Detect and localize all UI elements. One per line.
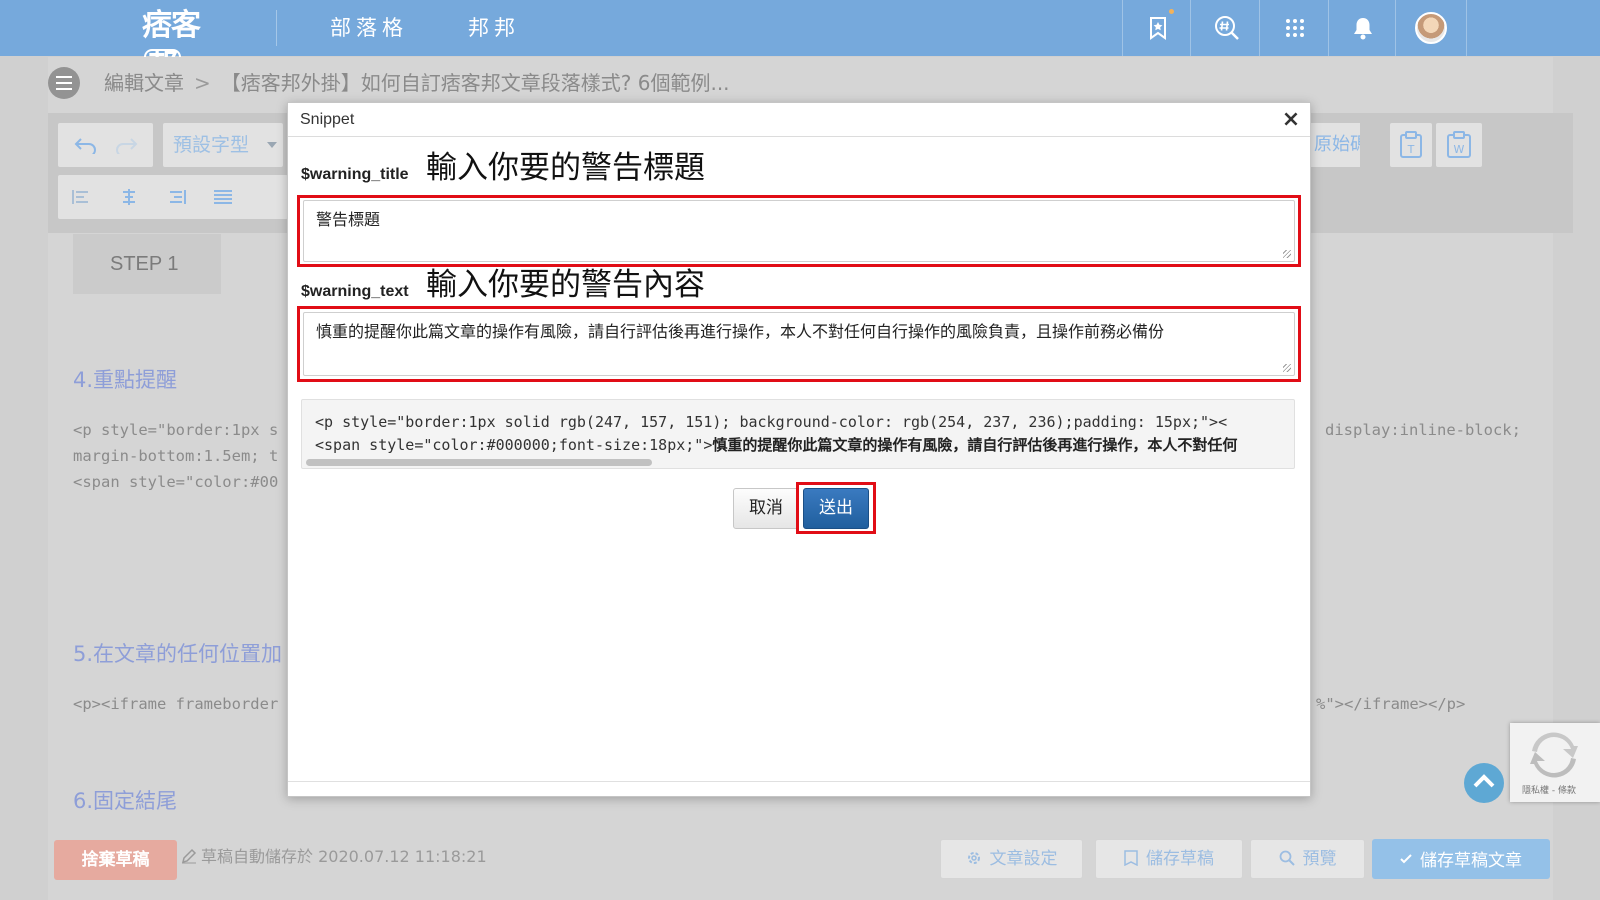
horizontal-scrollbar[interactable] xyxy=(306,459,652,466)
font-select-value: 預設字型 xyxy=(173,134,250,156)
warning-title-note: 輸入你要的警告標題 xyxy=(426,150,705,186)
resize-handle[interactable] xyxy=(1283,364,1291,372)
logo-divider xyxy=(276,10,277,46)
warning-text-value: 慎重的提醒你此篇文章的操作有風險，請自行評估後再進行操作，本人不對任何自行操作的… xyxy=(316,322,1165,341)
discard-draft-button[interactable]: 捨棄草稿 xyxy=(54,840,177,880)
article-settings-button[interactable]: 文章設定 xyxy=(940,839,1083,879)
preview-label: 預覽 xyxy=(1302,849,1337,869)
file-icon xyxy=(1124,842,1138,880)
bell-icon[interactable] xyxy=(1346,11,1380,45)
code-line: <p style="border:1px s xyxy=(73,421,279,439)
save-draft-article-label: 儲存草稿文章 xyxy=(1420,851,1522,871)
preview-line: <span style="color:#000000;font-size:18p… xyxy=(315,434,1237,456)
code-line: <span style="color:#00 xyxy=(73,473,279,491)
autosave-text: 草稿自動儲存於 2020.07.12 11:18:21 xyxy=(201,847,487,866)
align-left-icon[interactable] xyxy=(58,189,105,205)
source-code-label: 原始碼 xyxy=(1314,134,1360,155)
autosave-status: 草稿自動儲存於 2020.07.12 11:18:21 xyxy=(181,846,487,870)
font-family-select[interactable]: 預設字型 xyxy=(163,123,283,167)
top-divider xyxy=(1259,0,1260,56)
warning-title-input[interactable]: 警告標題 xyxy=(303,200,1295,262)
preview-button[interactable]: 預覽 xyxy=(1250,839,1365,879)
gear-icon xyxy=(966,842,982,880)
top-divider xyxy=(1466,0,1467,56)
top-divider xyxy=(1395,0,1396,56)
modal-footer-divider xyxy=(288,781,1310,782)
section-heading: 5.在文章的任何位置加 xyxy=(73,642,283,666)
site-logo[interactable]: 痞客邦 xyxy=(142,6,238,83)
preview-line: <p style="border:1px solid rgb(247, 157,… xyxy=(315,413,1228,431)
hashtag-search-icon[interactable] xyxy=(1210,11,1244,45)
breadcrumb: 編輯文章 > 【痞客邦外掛】如何自訂痞客邦文章段落樣式? 6個範例... xyxy=(104,70,730,96)
code-line: margin-bottom:1.5em; t xyxy=(73,447,279,465)
recaptcha-badge[interactable]: 隱私權 - 條款 xyxy=(1510,723,1600,802)
scroll-to-top-button[interactable] xyxy=(1464,763,1504,803)
top-divider xyxy=(1190,0,1191,56)
code-line: <p><iframe frameborder xyxy=(73,695,279,713)
save-draft-label: 儲存草稿 xyxy=(1146,849,1214,869)
paste-word-icon[interactable]: W xyxy=(1436,123,1482,167)
resize-handle[interactable] xyxy=(1283,250,1291,258)
save-draft-article-button[interactable]: 儲存草稿文章 xyxy=(1372,839,1550,879)
warning-text-input[interactable]: 慎重的提醒你此篇文章的操作有風險，請自行評估後再進行操作，本人不對任何自行操作的… xyxy=(303,312,1295,376)
align-center-icon[interactable] xyxy=(105,189,152,205)
warning-text-note: 輸入你要的警告內容 xyxy=(426,267,705,303)
svg-text:T: T xyxy=(1407,143,1415,156)
submit-button[interactable]: 送出 xyxy=(803,488,869,529)
cancel-button[interactable]: 取消 xyxy=(733,488,799,529)
top-divider xyxy=(1122,0,1123,56)
code-line: display:inline-block; xyxy=(1325,421,1521,439)
top-navigation-bar: 痞客邦 部落格 邦邦 xyxy=(0,0,1600,83)
section-heading: 6.固定結尾 xyxy=(73,789,178,813)
align-justify-icon[interactable] xyxy=(199,189,246,205)
align-right-icon[interactable] xyxy=(152,189,199,205)
warning-text-label: $warning_text xyxy=(301,283,409,300)
nav-bangbang[interactable]: 邦邦 xyxy=(468,14,520,42)
modal-title: Snippet xyxy=(300,111,355,128)
undo-icon[interactable] xyxy=(66,136,106,154)
undo-redo-group xyxy=(58,123,153,167)
recaptcha-text[interactable]: 隱私權 - 條款 xyxy=(1522,783,1576,796)
recaptcha-icon xyxy=(1530,731,1578,783)
snippet-preview: <p style="border:1px solid rgb(247, 157,… xyxy=(301,399,1295,469)
pencil-icon xyxy=(181,848,197,870)
logo-text: 痞客 xyxy=(142,8,201,43)
snippet-modal: Snippet × $warning_title 輸入你要的警告標題 警告標題 … xyxy=(287,102,1311,797)
warning-title-value: 警告標題 xyxy=(316,210,381,229)
nav-blog[interactable]: 部落格 xyxy=(330,14,408,42)
check-icon xyxy=(1400,839,1412,879)
grid-apps-icon[interactable] xyxy=(1278,11,1312,45)
warning-title-label: $warning_title xyxy=(301,166,409,183)
menu-icon[interactable] xyxy=(48,67,80,99)
breadcrumb-separator: > xyxy=(194,71,211,95)
section-heading: 4.重點提醒 xyxy=(73,368,178,392)
preview-text: 慎重的提醒你此篇文章的操作有風險，請自行評估後再進行操作，本人不對任何 xyxy=(712,436,1238,454)
preview-code: <span style="color:#000000;font-size:18p… xyxy=(315,436,713,454)
chevron-up-icon xyxy=(1472,773,1496,793)
alignment-group xyxy=(58,175,288,219)
breadcrumb-section[interactable]: 編輯文章 xyxy=(104,71,184,95)
modal-header: Snippet × xyxy=(288,103,1310,137)
code-line: %"></iframe></p> xyxy=(1316,695,1466,713)
bookmark-star-icon[interactable] xyxy=(1141,11,1175,45)
close-icon[interactable]: × xyxy=(1280,109,1302,131)
step-label: STEP 1 xyxy=(73,234,221,294)
redo-icon[interactable] xyxy=(106,136,146,154)
chevron-down-icon xyxy=(267,142,277,148)
save-draft-button[interactable]: 儲存草稿 xyxy=(1095,839,1243,879)
paste-text-icon[interactable]: T xyxy=(1390,123,1432,167)
top-divider xyxy=(1328,0,1329,56)
notification-dot xyxy=(1169,9,1174,14)
search-icon xyxy=(1279,842,1295,880)
svg-text:W: W xyxy=(1454,143,1465,156)
breadcrumb-article-title: 【痞客邦外掛】如何自訂痞客邦文章段落樣式? 6個範例... xyxy=(220,71,730,95)
avatar[interactable] xyxy=(1415,12,1447,44)
article-settings-label: 文章設定 xyxy=(989,849,1058,869)
